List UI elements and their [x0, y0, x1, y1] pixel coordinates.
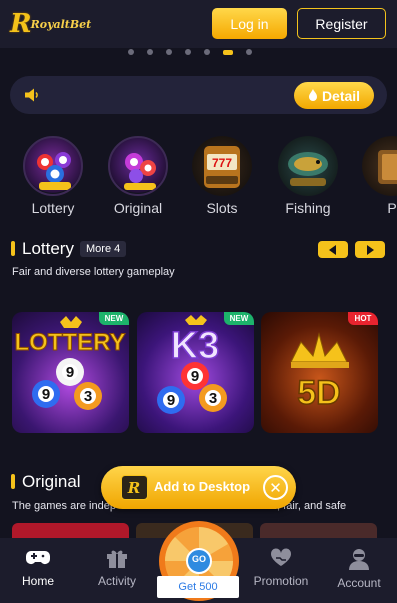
- category-label: Fishing: [285, 200, 331, 216]
- carousel-dot[interactable]: [128, 49, 134, 55]
- lottery-card-title: LOTTERY: [14, 329, 125, 356]
- carousel-dot[interactable]: [166, 49, 172, 55]
- gamepad-icon: [26, 551, 50, 564]
- original-section-subtitle-start: The games are indep: [12, 500, 116, 512]
- original-section-title: Original: [22, 472, 81, 491]
- lottery-ball: 9: [157, 386, 185, 414]
- category-label: Original: [113, 200, 163, 216]
- nav-account[interactable]: Account: [324, 548, 394, 590]
- notice-bar: Detail: [10, 76, 387, 114]
- lottery-section-title: Lottery: [22, 239, 74, 258]
- wheel-go-label: GO: [191, 554, 206, 564]
- arrow-right-icon: [367, 244, 374, 255]
- nav-home[interactable]: Home: [3, 548, 73, 588]
- flame-icon: [308, 89, 317, 101]
- fishing-icon: [278, 136, 338, 196]
- section-accent-bar: [11, 241, 15, 256]
- add-to-desktop-label: Add to Desktop: [154, 479, 251, 494]
- app-page: R RoyaltBet Log in Register Detail Lotte…: [0, 0, 397, 603]
- carousel-dot[interactable]: [246, 49, 252, 55]
- prev-arrow-button[interactable]: [318, 241, 348, 258]
- carousel-dot[interactable]: [185, 49, 191, 55]
- add-to-desktop-banner[interactable]: R Add to Desktop ✕: [101, 466, 296, 509]
- carousel-dot[interactable]: [147, 49, 153, 55]
- get-bonus-label[interactable]: Get 500: [157, 576, 239, 598]
- category-original[interactable]: Original: [108, 136, 168, 216]
- category-label: P: [387, 200, 397, 216]
- carousel-dot[interactable]: [204, 49, 210, 55]
- category-label: Slots: [206, 200, 238, 216]
- user-icon: [349, 549, 369, 570]
- nav-label: Account: [337, 576, 381, 590]
- heart-hands-icon: [270, 548, 292, 566]
- carousel-dot-active[interactable]: [223, 49, 233, 55]
- game-card-lottery[interactable]: NEW LOTTERY 9 9 3: [12, 312, 129, 433]
- section-accent-bar: [11, 474, 15, 489]
- next-arrow-button[interactable]: [355, 241, 385, 258]
- lottery-ball: 9: [32, 380, 60, 408]
- lottery-ball: 3: [199, 384, 227, 412]
- slot-machine-icon: 777: [192, 136, 252, 196]
- nav-promotion[interactable]: Promotion: [246, 548, 316, 588]
- category-label: Lottery: [31, 200, 75, 216]
- nav-label: Home: [21, 574, 54, 588]
- 5d-card-art: 5D: [290, 332, 349, 413]
- lottery-ball: 9: [56, 358, 84, 386]
- lottery-ball: 3: [74, 382, 102, 410]
- svg-text:R: R: [127, 479, 140, 497]
- login-button[interactable]: Log in: [212, 8, 287, 39]
- logo-mark: R: [10, 9, 32, 39]
- brand-logo[interactable]: R RoyaltBet: [10, 9, 98, 39]
- poker-icon: [362, 136, 397, 196]
- carousel-dots: [128, 48, 268, 56]
- close-icon[interactable]: ✕: [263, 475, 288, 500]
- detail-button[interactable]: Detail: [294, 82, 374, 109]
- lottery-balls-icon: [23, 136, 83, 196]
- category-lottery[interactable]: Lottery: [23, 136, 83, 216]
- category-poker[interactable]: P: [362, 136, 397, 216]
- nav-label: Activity: [97, 574, 136, 588]
- nav-activity[interactable]: Activity: [82, 548, 152, 588]
- original-balls-icon: [108, 136, 168, 196]
- svg-text:777: 777: [212, 156, 232, 170]
- game-card-5d[interactable]: HOT 5D: [261, 312, 378, 433]
- register-button[interactable]: Register: [297, 8, 386, 39]
- game-card-k3[interactable]: NEW K3 9 9 3: [137, 312, 254, 433]
- 5d-card-title: 5D: [297, 374, 340, 412]
- top-header: R RoyaltBet Log in Register: [0, 0, 397, 48]
- arrow-left-icon: [329, 244, 336, 255]
- speaker-icon: [25, 88, 38, 102]
- lottery-section-subtitle: Fair and diverse lottery gameplay: [12, 266, 175, 278]
- app-icon: R: [121, 475, 148, 500]
- gift-icon: [107, 550, 127, 568]
- lottery-more-button[interactable]: More 4: [80, 241, 127, 257]
- category-strip: Lottery Original 777 Slots Fishing P: [0, 136, 397, 221]
- logo-text: RoyaltBet: [30, 17, 92, 31]
- category-slots[interactable]: 777 Slots: [192, 136, 252, 216]
- k3-card-title: K3: [171, 325, 220, 367]
- nav-label: Promotion: [253, 574, 309, 588]
- category-fishing[interactable]: Fishing: [278, 136, 338, 216]
- detail-label: Detail: [321, 87, 361, 104]
